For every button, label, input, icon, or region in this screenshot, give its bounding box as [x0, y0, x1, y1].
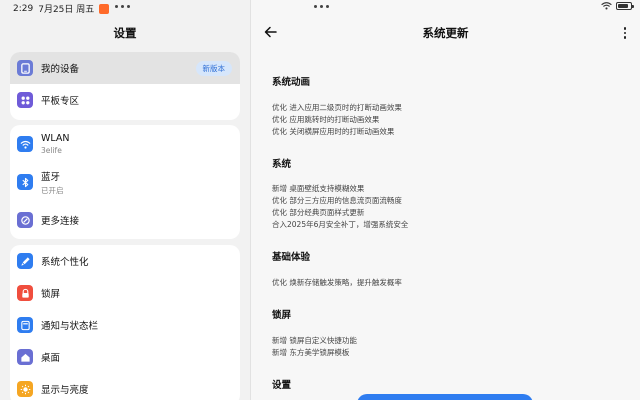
section-heading: 锁屏: [272, 310, 292, 321]
note-line: 优化 焕新存储触发策略，提升触发概率: [272, 278, 402, 287]
bluetooth-icon: [17, 174, 33, 190]
app-notification-icon: [99, 3, 110, 14]
note-line: 优化 部分三方应用的信息流页面流畅度: [272, 196, 402, 205]
sidebar-item-label: 通知与状态栏: [41, 321, 99, 332]
sidebar-item-label: 桌面: [41, 353, 61, 364]
sidebar-item-lock-screen[interactable]: 锁屏: [10, 277, 240, 309]
sidebar-item-bluetooth[interactable]: 蓝牙 已开启: [10, 163, 240, 201]
status-time: 2:29: [13, 3, 34, 14]
note-line: 优化 关闭横屏应用时的打断动画效果: [272, 127, 395, 136]
sidebar-item-wlan[interactable]: WLAN 3elife: [10, 125, 240, 163]
note-line: 新增 桌面壁纸支持模糊效果: [272, 184, 365, 193]
wifi-icon: [17, 136, 33, 152]
bluetooth-status: 已开启: [41, 185, 64, 195]
notification-icon: [17, 317, 33, 333]
wifi-status-icon: [601, 2, 612, 10]
sidebar-item-label: 我的设备: [41, 64, 80, 75]
note-line: 新增 锁屏自定义快捷功能: [272, 336, 357, 345]
section-notes: 优化 焕新存储触发策略，提升触发概率: [272, 277, 402, 289]
sidebar-item-personalization[interactable]: 系统个性化: [10, 245, 240, 277]
section-heading: 基础体验: [272, 252, 311, 263]
home-icon: [17, 349, 33, 365]
more-dot: [623, 27, 626, 30]
section-notes: 新增 锁屏自定义快捷功能 新增 东方美学锁屏模板: [272, 335, 357, 359]
brush-icon: [17, 253, 33, 269]
section-heading: 设置: [272, 380, 292, 391]
wlan-network-name: 3elife: [41, 146, 62, 155]
grid-icon: [17, 92, 33, 108]
sidebar-item-more-connections[interactable]: 更多连接: [10, 201, 240, 239]
battery-icon: [616, 2, 634, 10]
lock-icon: [17, 285, 33, 301]
note-line: 优化 进入应用二级页时的打断动画效果: [272, 103, 402, 112]
device-icon: [17, 60, 33, 76]
sidebar-item-label: 更多连接: [41, 216, 80, 227]
sidebar-item-label: 平板专区: [41, 96, 80, 107]
section-heading: 系统: [272, 159, 292, 170]
settings-group-personalization: 系统个性化 锁屏 通知与状态栏 桌面 显示与亮度: [10, 245, 240, 400]
sidebar-item-label: 蓝牙: [41, 171, 61, 183]
sidebar-item-label: 显示与亮度: [41, 385, 89, 396]
status-bar: 2:29 7月25日 周五: [0, 0, 640, 16]
settings-panel: 设置 我的设备 新版本 平板专区 WLAN 3elife 蓝牙 已开启 更多连接…: [0, 0, 250, 400]
sidebar-item-label: 系统个性化: [41, 257, 89, 268]
more-dot: [623, 36, 626, 39]
sidebar-item-notifications[interactable]: 通知与状态栏: [10, 309, 240, 341]
sidebar-item-label: WLAN: [41, 133, 70, 144]
sun-icon: [17, 381, 33, 397]
window-handle-left[interactable]: [115, 5, 130, 8]
update-button[interactable]: [357, 394, 533, 400]
page-title: 系统更新: [422, 26, 469, 40]
section-notes: 优化 进入应用二级页时的打断动画效果 优化 应用跳转时的打断动画效果 优化 关闭…: [272, 102, 402, 138]
settings-group-device: 我的设备 新版本 平板专区: [10, 52, 240, 120]
sidebar-item-display[interactable]: 显示与亮度: [10, 373, 240, 400]
more-dot: [623, 31, 626, 34]
more-options-button[interactable]: [623, 27, 626, 39]
new-version-badge: 新版本: [195, 61, 232, 76]
sidebar-item-my-device[interactable]: 我的设备 新版本: [10, 52, 240, 84]
settings-group-connections: WLAN 3elife 蓝牙 已开启 更多连接: [10, 125, 240, 239]
link-icon: [17, 212, 33, 228]
system-update-panel: 系统更新 系统动画 优化 进入应用二级页时的打断动画效果 优化 应用跳转时的打断…: [251, 0, 640, 400]
section-heading: 系统动画: [272, 77, 311, 88]
settings-title: 设置: [113, 26, 137, 40]
sidebar-item-desktop[interactable]: 桌面: [10, 341, 240, 373]
sidebar-item-tablet-zone[interactable]: 平板专区: [10, 84, 240, 116]
note-line: 优化 部分经典页面样式更新: [272, 208, 365, 217]
note-line: 合入2025年6月安全补丁，增强系统安全: [272, 220, 409, 229]
section-notes: 新增 桌面壁纸支持模糊效果 优化 部分三方应用的信息流页面流畅度 优化 部分经典…: [272, 183, 408, 231]
note-line: 优化 应用跳转时的打断动画效果: [272, 115, 380, 124]
note-line: 新增 东方美学锁屏模板: [272, 348, 350, 357]
sidebar-item-label: 锁屏: [41, 289, 61, 300]
status-date: 7月25日 周五: [38, 5, 95, 15]
window-handle-right[interactable]: [314, 5, 329, 8]
